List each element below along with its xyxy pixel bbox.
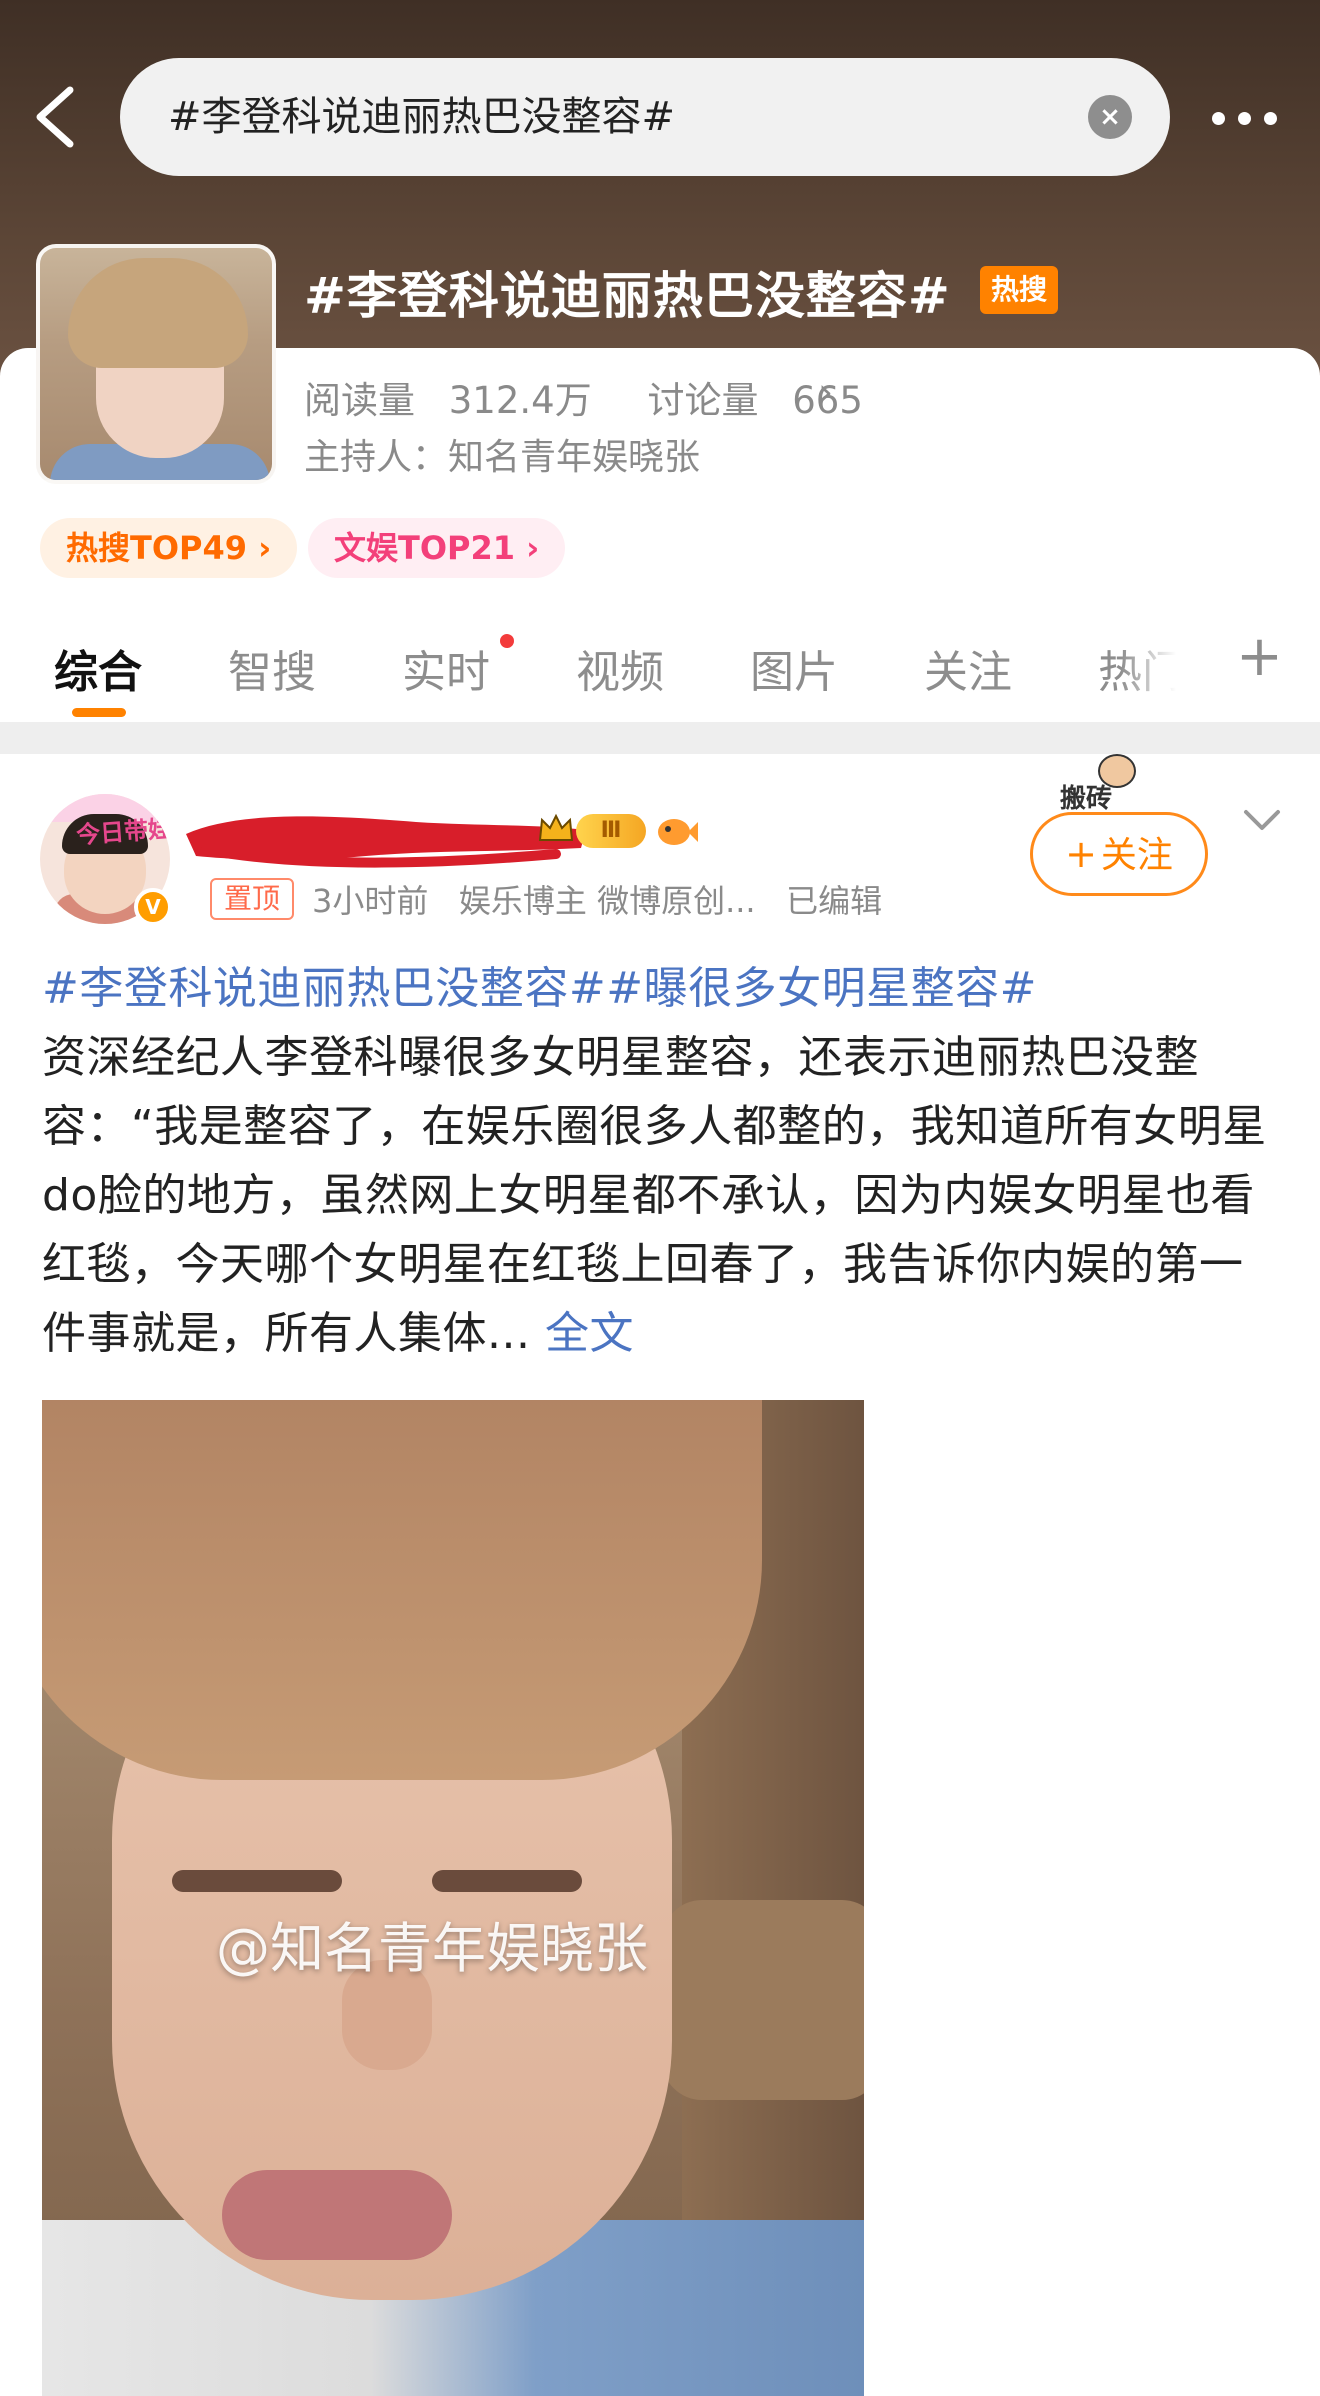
- topic-host[interactable]: 主持人：知名青年娱晓张: [304, 428, 700, 480]
- hot-search-badge: 热搜: [980, 266, 1058, 314]
- post-time: 3小时前: [312, 882, 429, 920]
- add-tab-icon[interactable]: +: [1236, 624, 1283, 689]
- weibo-post: 今日带娃 V Ⅲ 置顶 3小时前 娱乐博主 微博原创... 已编辑 搬砖 + 关注…: [0, 754, 1320, 2396]
- verified-icon: V: [134, 888, 172, 926]
- post-source: 微博原创...: [597, 882, 756, 920]
- sticker-text: 搬砖: [1060, 784, 1113, 814]
- tab-realtime[interactable]: 实时: [402, 636, 490, 700]
- active-tab-indicator: [72, 708, 126, 717]
- pinned-badge: 置顶: [210, 878, 295, 920]
- tab-smart-search[interactable]: 智搜: [228, 636, 316, 700]
- follow-sticker: 搬砖: [1054, 754, 1184, 814]
- topic-stats[interactable]: 阅读量 312.4万 讨论量 665: [304, 370, 907, 424]
- fan-badge-icon: [658, 819, 698, 845]
- more-dot-icon: [1238, 112, 1251, 125]
- search-input[interactable]: #李登科说迪丽热巴没整容#: [168, 58, 675, 176]
- member-level-badge: Ⅲ: [576, 814, 646, 848]
- hot-rank-label: 热搜TOP49: [66, 529, 248, 567]
- topic-cover-image: [36, 244, 276, 484]
- full-text-link[interactable]: 全文: [545, 1308, 634, 1359]
- host-name: 知名青年娱晓张: [448, 437, 701, 478]
- edited-label: 已编辑: [786, 882, 883, 920]
- chevron-right-icon[interactable]: ›: [818, 370, 833, 414]
- more-options-button[interactable]: [1210, 100, 1280, 136]
- hot-rank-pill[interactable]: 热搜TOP49 ›: [40, 518, 298, 578]
- reads-value: 312.4万: [448, 379, 592, 422]
- reads-label: 阅读量: [304, 379, 415, 422]
- tab-images[interactable]: 图片: [750, 636, 838, 700]
- hashtag-link[interactable]: #李登科说迪丽热巴没整容#: [42, 963, 606, 1014]
- discussion-label: 讨论量: [647, 379, 759, 422]
- new-dot-badge: [500, 634, 514, 648]
- username-redacted[interactable]: [176, 804, 586, 868]
- post-text: #李登科说迪丽热巴没整容##曝很多女明星整容# 资深经纪人李登科曝很多女明星整容…: [42, 954, 1282, 1368]
- post-meta: 3小时前 娱乐博主 微博原创... 已编辑: [312, 876, 882, 922]
- author-role: 娱乐博主: [458, 882, 587, 920]
- follow-button[interactable]: + 关注: [1030, 812, 1208, 896]
- post-body-text: 资深经纪人李登科曝很多女明星整容，还表示迪丽热巴没整容：“我是整容了，在娱乐圈很…: [42, 1032, 1267, 1359]
- post-video-thumbnail[interactable]: @知名青年娱晓张: [42, 1400, 864, 2396]
- hashtag-link[interactable]: #曝很多女明星整容#: [606, 963, 1037, 1014]
- more-dot-icon: [1212, 112, 1225, 125]
- topic-title: #李登科说迪丽热巴没整容#: [304, 267, 951, 325]
- section-divider: [0, 722, 1320, 754]
- tab-video[interactable]: 视频: [576, 636, 664, 700]
- entertainment-rank-label: 文娱TOP21: [334, 529, 516, 567]
- back-arrow-icon: [36, 86, 74, 148]
- clear-search-button[interactable]: ×: [1088, 95, 1132, 139]
- host-label: 主持人：: [304, 437, 449, 478]
- back-button[interactable]: [26, 82, 86, 152]
- video-watermark: @知名青年娱晓张: [216, 1917, 648, 1980]
- more-dot-icon: [1264, 112, 1277, 125]
- tab-bar: 综合 智搜 实时 视频 图片 关注 热门 +: [0, 616, 1320, 722]
- crown-icon: [538, 813, 574, 841]
- entertainment-rank-pill[interactable]: 文娱TOP21 ›: [308, 518, 566, 578]
- follow-label: 关注: [1100, 835, 1173, 876]
- tab-fade-overlay: [1120, 626, 1200, 706]
- plus-icon: +: [1065, 832, 1097, 876]
- tab-following[interactable]: 关注: [924, 636, 1012, 700]
- avatar-caption: 今日带娃: [75, 814, 170, 850]
- close-icon: ×: [1099, 102, 1121, 132]
- search-bar[interactable]: #李登科说迪丽热巴没整容# ×: [120, 58, 1170, 176]
- chevron-down-icon[interactable]: [1240, 804, 1284, 838]
- tab-comprehensive[interactable]: 综合: [54, 636, 142, 700]
